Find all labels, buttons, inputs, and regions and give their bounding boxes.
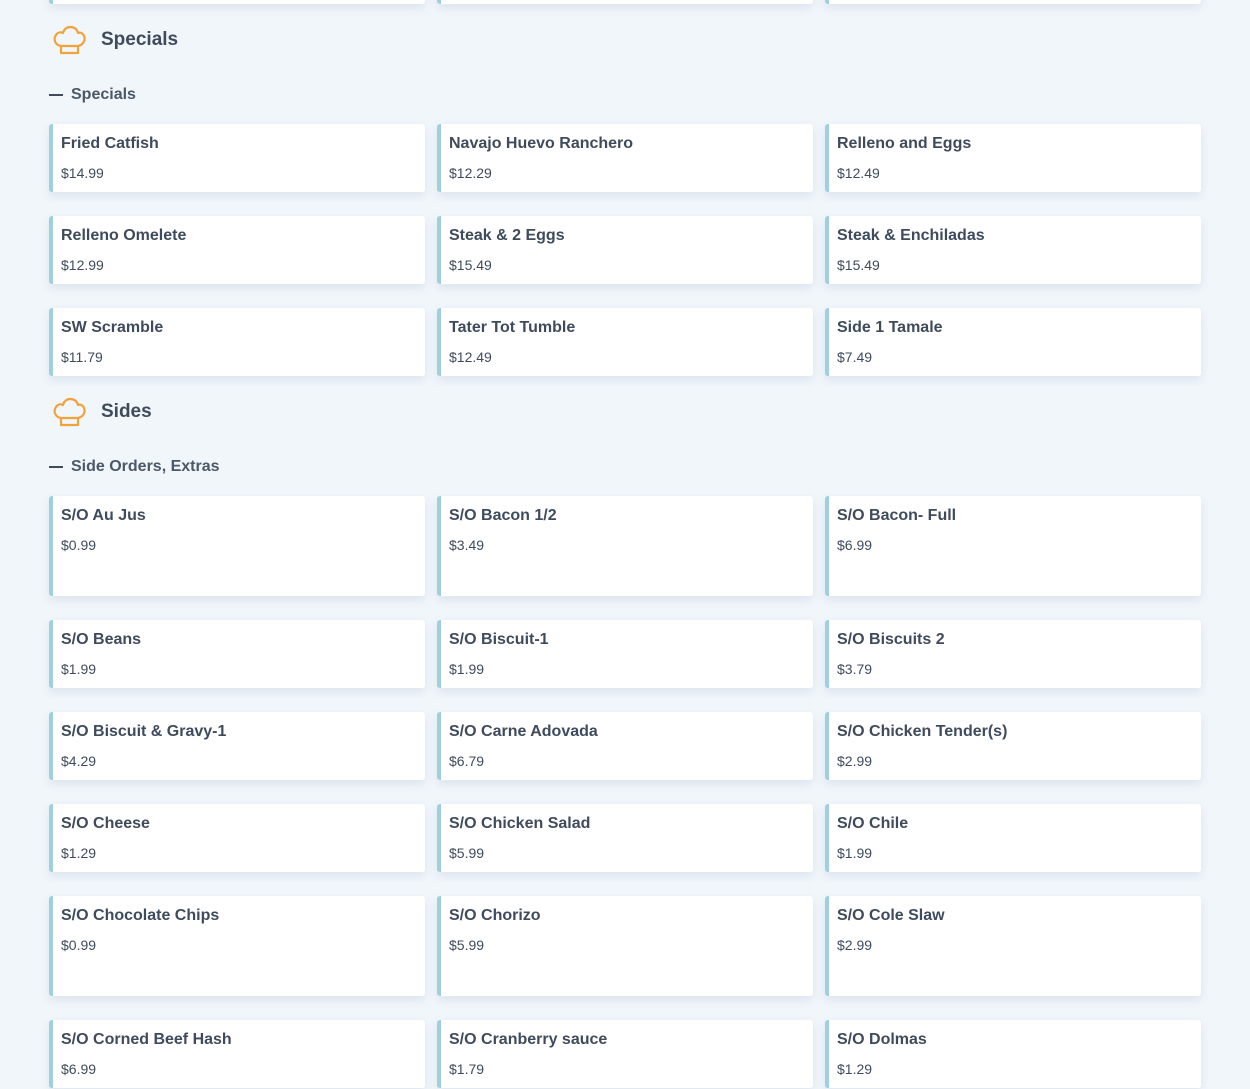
- item-name: S/O Cheese: [61, 815, 150, 832]
- item-price: $1.29: [837, 1061, 873, 1077]
- item-name: Side 1 Tamale: [837, 319, 943, 336]
- menu-item-card[interactable]: [437, 0, 813, 4]
- item-name: S/O Chorizo: [449, 907, 541, 924]
- item-name: Relleno Omelete: [61, 227, 187, 244]
- menu-item-card[interactable]: Steak & Enchiladas $15.49: [825, 216, 1201, 284]
- section-title: Sides: [101, 401, 152, 422]
- item-price: $6.79: [449, 753, 485, 769]
- previous-section-cards: [49, 0, 1201, 4]
- collapse-dash-icon[interactable]: [49, 466, 63, 468]
- menu-item-card[interactable]: Relleno and Eggs $12.49: [825, 124, 1201, 192]
- item-name: S/O Chicken Tender(s): [837, 723, 1008, 740]
- menu-item-card[interactable]: S/O Biscuit-1 $1.99: [437, 620, 813, 688]
- category-header-side-orders[interactable]: Side Orders, Extras: [49, 458, 220, 476]
- menu-item-card[interactable]: Navajo Huevo Ranchero $12.29: [437, 124, 813, 192]
- menu-item-card[interactable]: S/O Corned Beef Hash $6.99: [49, 1020, 425, 1088]
- item-price: $12.49: [449, 349, 492, 365]
- menu-grid-sides: S/O Au Jus $0.99 S/O Bacon 1/2 $3.49 S/O B…: [49, 496, 1201, 1088]
- menu-item-card[interactable]: S/O Au Jus $0.99: [49, 496, 425, 596]
- chef-hat-icon: [53, 397, 86, 427]
- item-price: $14.99: [61, 165, 104, 181]
- item-name: Navajo Huevo Ranchero: [449, 135, 634, 152]
- section-header-specials: Specials: [52, 24, 178, 56]
- item-price: $4.29: [61, 753, 97, 769]
- item-name: S/O Chocolate Chips: [61, 907, 220, 924]
- menu-item-card[interactable]: Fried Catfish $14.99: [49, 124, 425, 192]
- item-price: $0.99: [61, 537, 97, 553]
- item-price: $12.99: [61, 257, 104, 273]
- section-title: Specials: [101, 29, 179, 50]
- item-name: S/O Cranberry sauce: [449, 1031, 608, 1048]
- item-price: $11.79: [61, 349, 103, 365]
- item-name: S/O Bacon 1/2: [449, 507, 557, 524]
- menu-item-card[interactable]: S/O Chicken Tender(s) $2.99: [825, 712, 1201, 780]
- item-name: S/O Chicken Salad: [449, 815, 591, 832]
- item-price: $3.49: [449, 537, 485, 553]
- menu-item-card[interactable]: S/O Biscuits 2 $3.79: [825, 620, 1201, 688]
- item-name: S/O Carne Adovada: [449, 723, 598, 740]
- item-name: S/O Bacon- Full: [837, 507, 957, 524]
- category-header-specials[interactable]: Specials: [49, 86, 136, 104]
- item-name: SW Scramble: [61, 319, 164, 336]
- menu-item-card[interactable]: S/O Chile $1.99: [825, 804, 1201, 872]
- item-price: $15.49: [449, 257, 492, 273]
- item-price: $1.99: [61, 661, 97, 677]
- menu-item-card[interactable]: S/O Bacon 1/2 $3.49: [437, 496, 813, 596]
- menu-item-card[interactable]: Side 1 Tamale $7.49: [825, 308, 1201, 376]
- item-price: $5.99: [449, 845, 485, 861]
- section-header-sides: Sides: [52, 396, 152, 428]
- item-price: $5.99: [449, 937, 485, 953]
- menu-item-card[interactable]: Tater Tot Tumble $12.49: [437, 308, 813, 376]
- category-label: Specials: [71, 86, 136, 103]
- item-name: Fried Catfish: [61, 135, 159, 152]
- menu-grid-specials: Fried Catfish $14.99 Navajo Huevo Rancher…: [49, 124, 1201, 376]
- item-name: S/O Dolmas: [837, 1031, 927, 1048]
- menu-item-card[interactable]: S/O Cole Slaw $2.99: [825, 896, 1201, 996]
- item-name: Steak & 2 Eggs: [449, 227, 565, 244]
- category-label: Side Orders, Extras: [71, 458, 220, 475]
- item-name: S/O Au Jus: [61, 507, 146, 524]
- menu-item-card[interactable]: [49, 0, 425, 4]
- item-price: $15.49: [837, 257, 880, 273]
- item-price: $0.99: [61, 937, 97, 953]
- item-name: S/O Biscuits 2: [837, 631, 945, 648]
- menu-item-card[interactable]: S/O Carne Adovada $6.79: [437, 712, 813, 780]
- item-name: S/O Beans: [61, 631, 142, 648]
- item-name: S/O Biscuit & Gravy-1: [61, 723, 227, 740]
- menu-item-card[interactable]: S/O Biscuit & Gravy-1 $4.29: [49, 712, 425, 780]
- item-name: S/O Cole Slaw: [837, 907, 945, 924]
- item-price: $3.79: [837, 661, 873, 677]
- chef-hat-icon: [53, 25, 86, 55]
- item-price: $1.79: [449, 1061, 485, 1077]
- menu-item-card[interactable]: S/O Cranberry sauce $1.79: [437, 1020, 813, 1088]
- menu-item-card[interactable]: SW Scramble $11.79: [49, 308, 425, 376]
- item-name: S/O Corned Beef Hash: [61, 1031, 232, 1048]
- menu-item-card[interactable]: [825, 0, 1201, 4]
- item-name: Tater Tot Tumble: [449, 319, 576, 336]
- menu-item-card[interactable]: Steak & 2 Eggs $15.49: [437, 216, 813, 284]
- menu-item-card[interactable]: S/O Bacon- Full $6.99: [825, 496, 1201, 596]
- menu-item-card[interactable]: Relleno Omelete $12.99: [49, 216, 425, 284]
- item-price: $7.49: [837, 349, 873, 365]
- item-name: S/O Chile: [837, 815, 909, 832]
- menu-item-card[interactable]: S/O Chocolate Chips $0.99: [49, 896, 425, 996]
- item-price: $1.99: [837, 845, 873, 861]
- item-price: $12.49: [837, 165, 880, 181]
- item-price: $2.99: [837, 937, 873, 953]
- menu-item-card[interactable]: S/O Dolmas $1.29: [825, 1020, 1201, 1088]
- collapse-dash-icon[interactable]: [49, 94, 63, 96]
- item-price: $6.99: [61, 1061, 97, 1077]
- item-name: Relleno and Eggs: [837, 135, 972, 152]
- item-price: $6.99: [837, 537, 873, 553]
- item-price: $1.29: [61, 845, 97, 861]
- item-name: S/O Biscuit-1: [449, 631, 549, 648]
- menu-item-card[interactable]: S/O Chicken Salad $5.99: [437, 804, 813, 872]
- menu-item-card[interactable]: S/O Beans $1.99: [49, 620, 425, 688]
- item-price: $1.99: [449, 661, 485, 677]
- menu-item-card[interactable]: S/O Cheese $1.29: [49, 804, 425, 872]
- item-price: $2.99: [837, 753, 873, 769]
- menu-item-card[interactable]: S/O Chorizo $5.99: [437, 896, 813, 996]
- item-price: $12.29: [449, 165, 492, 181]
- item-name: Steak & Enchiladas: [837, 227, 985, 244]
